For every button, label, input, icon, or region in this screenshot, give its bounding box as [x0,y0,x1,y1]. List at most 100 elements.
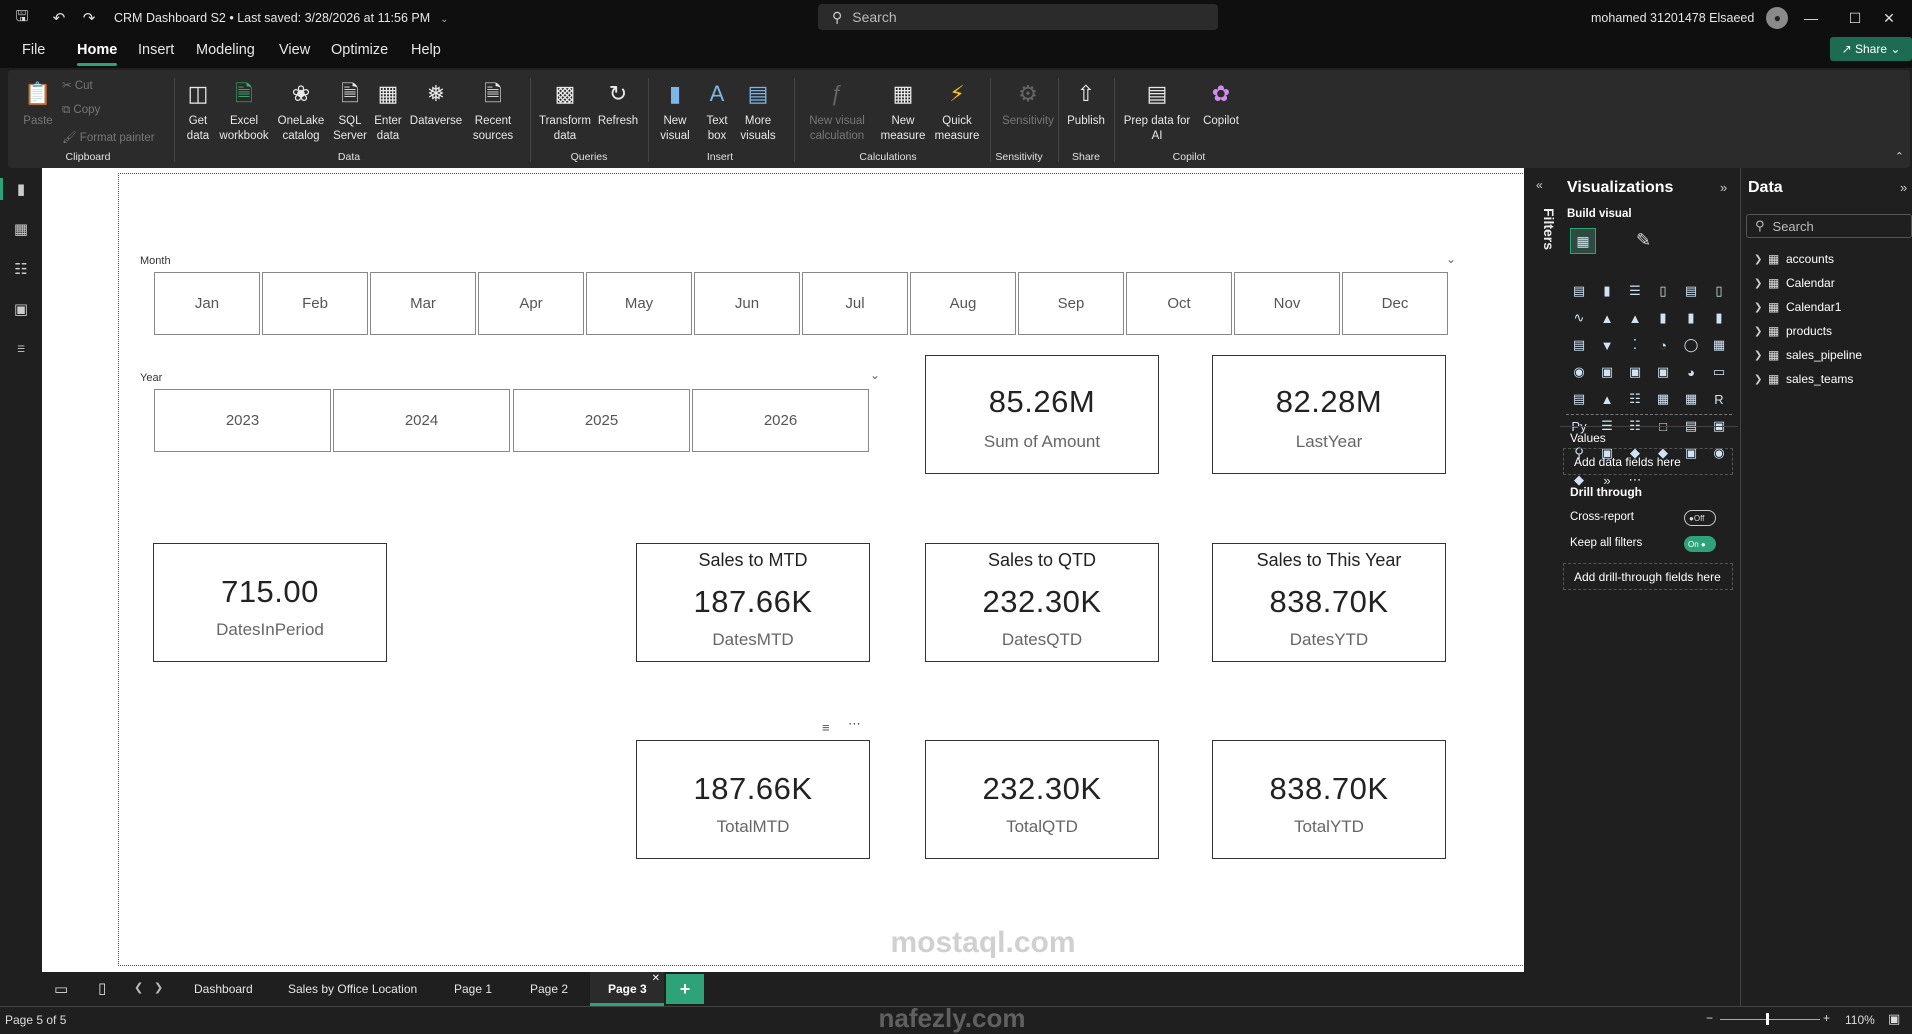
sensitivity-button[interactable]: ⚙ Sensitivity [998,76,1058,129]
publish-button[interactable]: ⇧ Publish [1062,76,1110,129]
pie-chart-icon[interactable]: ◔ [1652,334,1674,356]
card-total-qtd[interactable]: 232.30K TotalQTD [925,740,1159,859]
filter-icon[interactable]: ≡ [822,720,830,735]
format-painter-button[interactable]: 🖌 Format painter [62,130,155,144]
ribbon-chart-icon[interactable]: ▮ [1708,307,1730,329]
map-icon[interactable]: ◉ [1568,361,1590,383]
paste-button[interactable]: 📋 Paste [18,76,58,129]
collapse-data-pane-icon[interactable]: » [1900,180,1907,195]
card-total-mtd[interactable]: 187.66K TotalMTD [636,740,870,859]
matrix-icon[interactable]: ▦ [1680,388,1702,410]
cut-button[interactable]: ✂ Cut [62,78,93,92]
year-button[interactable]: 2026 [692,389,869,452]
tab-page-1[interactable]: Page 1 [438,972,508,1006]
waterfall-icon[interactable]: ▤ [1568,334,1590,356]
month-button[interactable]: Oct [1126,272,1232,335]
minimize-button[interactable]: — [1788,0,1834,36]
clustered-column-icon[interactable]: ▯ [1652,280,1674,302]
menu-optimize[interactable]: Optimize [331,36,388,68]
card-sum-of-amount[interactable]: 85.26M Sum of Amount [925,355,1159,474]
new-visual-calculation-button[interactable]: ƒ New visual calculation [802,76,872,144]
close-button[interactable]: ✕ [1866,0,1912,36]
chevron-down-icon[interactable]: ⌄ [1446,252,1456,266]
table-item[interactable]: ❯ ▦ sales_pipeline [1754,348,1862,362]
dataverse-button[interactable]: ❅ Dataverse [408,76,464,129]
menu-file[interactable]: File [22,36,45,68]
menu-modeling[interactable]: Modeling [196,36,255,68]
enter-data-button[interactable]: ▦ Enter data [370,76,406,144]
scatter-icon[interactable]: ⁚ [1624,334,1646,356]
year-button[interactable]: 2023 [154,389,331,452]
tmdl-view-icon[interactable]: ☰ [10,338,32,360]
funnel-icon[interactable]: ▼ [1596,334,1618,356]
month-button[interactable]: Jun [694,272,800,335]
month-button[interactable]: Nov [1234,272,1340,335]
quick-measure-button[interactable]: ⚡ Quick measure [932,76,982,144]
card-sales-ytd[interactable]: Sales to This Year 838.70K DatesYTD [1212,543,1446,662]
100-column-icon[interactable]: ▯ [1708,280,1730,302]
100-bar-icon[interactable]: ▤ [1680,280,1702,302]
prep-data-ai-button[interactable]: ▤ Prep data for AI [1122,76,1192,144]
document-title[interactable]: CRM Dashboard S2 • Last saved: 3/28/2026… [114,11,449,25]
menu-home[interactable]: Home [77,36,118,68]
filters-pane-collapsed[interactable]: « Filters [1524,168,1558,972]
values-drop-well[interactable]: Add data fields here [1563,448,1733,475]
line-chart-icon[interactable]: ∿ [1568,307,1590,329]
drill-through-drop-well[interactable]: Add drill-through fields here [1563,563,1733,590]
month-button[interactable]: Jan [154,272,260,335]
fit-to-page-icon[interactable]: ▣ [1888,1011,1900,1027]
chevron-down-icon[interactable]: ⌄ [440,14,448,25]
menu-help[interactable]: Help [411,36,441,68]
copy-button[interactable]: ⧉ Copy [62,104,100,117]
table-item[interactable]: ❯ ▦ Calendar [1754,276,1835,290]
model-view-icon[interactable]: ☷ [10,258,32,280]
month-button[interactable]: Sep [1018,272,1124,335]
recent-sources-button[interactable]: 🗎 Recent sources [470,76,516,144]
chevron-down-icon[interactable]: ⌄ [870,368,880,382]
new-measure-button[interactable]: ▦ New measure [878,76,928,144]
kpi-icon[interactable]: ▲ [1596,388,1618,410]
zoom-in-icon[interactable]: + [1823,1011,1830,1025]
desktop-layout-icon[interactable]: ▭ [54,980,68,998]
undo-icon[interactable]: ↶ [44,0,74,36]
more-visuals-button[interactable]: ▤ More visuals [736,76,780,144]
clustered-bar-icon[interactable]: ☰ [1624,280,1646,302]
menu-view[interactable]: View [279,36,310,68]
mobile-layout-icon[interactable]: ▯ [98,979,106,997]
onelake-catalog-button[interactable]: ❀ OneLake catalog [274,76,328,144]
multi-row-card-icon[interactable]: ▤ [1568,388,1590,410]
data-search-input[interactable]: ⚲ Search [1746,214,1912,238]
prev-page-icon[interactable]: ❮ [134,981,143,994]
text-box-button[interactable]: A Text box [702,76,732,144]
keep-filters-toggle[interactable]: On ● [1684,536,1716,552]
expand-filters-icon[interactable]: « [1536,178,1543,192]
menu-insert[interactable]: Insert [138,36,174,68]
tab-dashboard[interactable]: Dashboard [178,972,269,1006]
year-button[interactable]: 2024 [333,389,510,452]
table-item[interactable]: ❯ ▦ sales_teams [1754,372,1853,386]
more-options-icon[interactable]: ⋯ [848,716,861,732]
stacked-column-icon[interactable]: ▮ [1596,280,1618,302]
search-box[interactable]: ⚲ Search [818,4,1218,30]
month-button[interactable]: Jul [802,272,908,335]
month-button[interactable]: May [586,272,692,335]
copilot-button[interactable]: ✿ Copilot [1196,76,1246,129]
build-visual-tab-icon[interactable]: ▦ [1570,228,1596,254]
table-item[interactable]: ❯ ▦ accounts [1754,252,1834,266]
format-visual-tab-icon[interactable]: ✎ [1636,230,1651,251]
refresh-button[interactable]: ↻ Refresh [596,76,640,129]
line-column-icon[interactable]: ▮ [1652,307,1674,329]
new-visual-button[interactable]: ▮ New visual [658,76,692,144]
report-view-icon[interactable]: ▮ [0,178,32,200]
card-dates-in-period[interactable]: 715.00 DatesInPeriod [153,543,387,662]
get-data-button[interactable]: ◫ Get data [176,76,220,144]
filled-map-icon[interactable]: ▣ [1596,361,1618,383]
zoom-slider-thumb[interactable] [1766,1013,1769,1025]
zoom-out-icon[interactable]: − [1706,1011,1713,1025]
transform-data-button[interactable]: ▩ Transform data [538,76,592,144]
cross-report-toggle[interactable]: ● Off [1684,510,1716,526]
stacked-bar-icon[interactable]: ▤ [1568,280,1590,302]
next-page-icon[interactable]: ❯ [154,981,163,994]
month-button[interactable]: Aug [910,272,1016,335]
line-clustered-icon[interactable]: ▮ [1680,307,1702,329]
